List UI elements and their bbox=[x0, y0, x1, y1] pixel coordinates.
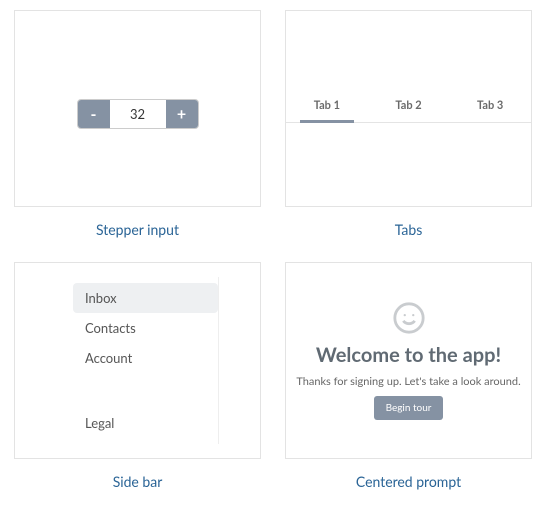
caption-stepper[interactable]: Stepper input bbox=[96, 221, 179, 238]
sidebar-item-contacts[interactable]: Contacts bbox=[73, 313, 218, 343]
stepper-decrement-button[interactable]: - bbox=[78, 100, 110, 128]
tile-stepper: - 32 + Stepper input bbox=[14, 10, 261, 238]
tab-1[interactable]: Tab 1 bbox=[286, 99, 368, 122]
preview-stepper: - 32 + bbox=[14, 10, 261, 207]
preview-tabs: Tab 1 Tab 2 Tab 3 bbox=[285, 10, 532, 207]
tab-2[interactable]: Tab 2 bbox=[368, 99, 450, 122]
tile-prompt: Welcome to the app! Thanks for signing u… bbox=[285, 262, 532, 490]
sidebar-item-inbox[interactable]: Inbox bbox=[73, 283, 218, 313]
preview-sidebar: Inbox Contacts Account Legal bbox=[14, 262, 261, 459]
prompt-body: Thanks for signing up. Let's take a look… bbox=[296, 375, 520, 388]
sidebar-item-account[interactable]: Account bbox=[73, 343, 218, 373]
sidebar: Inbox Contacts Account Legal bbox=[73, 277, 219, 444]
preview-prompt: Welcome to the app! Thanks for signing u… bbox=[285, 262, 532, 459]
sidebar-bottom-group: Legal bbox=[73, 408, 218, 438]
sidebar-top-group: Inbox Contacts Account bbox=[73, 283, 218, 373]
tile-sidebar: Inbox Contacts Account Legal Side bar bbox=[14, 262, 261, 490]
prompt-title: Welcome to the app! bbox=[316, 343, 501, 367]
welcome-prompt: Welcome to the app! Thanks for signing u… bbox=[286, 263, 531, 458]
caption-sidebar[interactable]: Side bar bbox=[113, 473, 163, 490]
sidebar-item-legal[interactable]: Legal bbox=[73, 408, 218, 438]
stepper-value[interactable]: 32 bbox=[110, 100, 166, 128]
stepper-increment-button[interactable]: + bbox=[166, 100, 198, 128]
tab-3[interactable]: Tab 3 bbox=[449, 99, 531, 122]
caption-tabs[interactable]: Tabs bbox=[395, 221, 423, 238]
quantity-stepper: - 32 + bbox=[77, 99, 199, 129]
tabs-bar: Tab 1 Tab 2 Tab 3 bbox=[286, 99, 531, 123]
smile-icon bbox=[392, 301, 426, 335]
tile-tabs: Tab 1 Tab 2 Tab 3 Tabs bbox=[285, 10, 532, 238]
caption-prompt[interactable]: Centered prompt bbox=[356, 473, 461, 490]
begin-tour-button[interactable]: Begin tour bbox=[374, 396, 444, 420]
